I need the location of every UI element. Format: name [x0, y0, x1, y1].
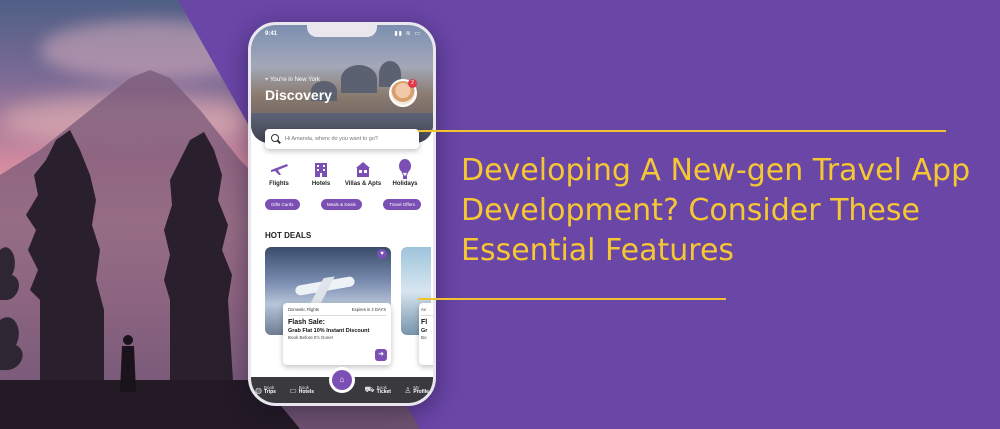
- signal-wifi-battery-icon: ▮▮ ≋ ▭: [394, 31, 421, 37]
- home-fab[interactable]: ⌂: [329, 367, 355, 393]
- tab-book-hotels[interactable]: ▭ Book Hotels: [289, 385, 314, 395]
- chip-travel-offers[interactable]: Travel Offers: [383, 199, 421, 210]
- tab-line2: Ticket: [376, 389, 391, 395]
- category-label: Villas & Apts: [344, 181, 382, 187]
- headline: Developing A New-gen Travel App Developm…: [461, 151, 981, 271]
- divider-bottom: [418, 298, 726, 300]
- phone-notch: [307, 25, 377, 37]
- deal-headline: Fl: [421, 319, 428, 326]
- location-text: ⌖ You're in New York: [265, 77, 320, 84]
- chip-gift-cards[interactable]: Gifts Cards: [265, 199, 300, 210]
- search-icon: [271, 134, 281, 144]
- search-input[interactable]: [285, 136, 415, 142]
- tab-line2: Profile: [413, 389, 429, 395]
- headline-line-1: Developing A New-gen Travel App: [461, 153, 971, 188]
- tab-line2: Hotels: [298, 389, 315, 395]
- deal-note: Bo: [421, 335, 427, 340]
- deal-note: Book Before It's Gone!: [288, 335, 334, 340]
- notification-badge: 2: [408, 79, 417, 88]
- villa-icon: [343, 159, 383, 179]
- search-bar[interactable]: [265, 129, 419, 149]
- plane-icon: [259, 159, 299, 179]
- globe-icon: ◍: [255, 385, 262, 395]
- avatar[interactable]: 2: [389, 79, 417, 107]
- arrow-right-icon[interactable]: ➜: [375, 349, 387, 361]
- headline-line-3: Essential Features: [461, 233, 735, 268]
- tab-book-trips[interactable]: ◍ Book Trips: [255, 385, 276, 395]
- deal-offer: Grab Flat 10% Instant Discount: [288, 328, 370, 334]
- deal-type: Domestic Flights: [288, 307, 319, 312]
- bed-icon: ▭: [289, 385, 297, 395]
- hotel-icon: [301, 159, 341, 179]
- category-row: Flights Hotels Villas & Apts Holidays: [259, 159, 425, 187]
- section-title: HOT DEALS: [265, 231, 312, 240]
- user-icon: ♙: [404, 385, 412, 395]
- category-flights[interactable]: Flights: [259, 159, 299, 187]
- chip-meals-deals[interactable]: Meals & Deals: [320, 199, 362, 210]
- category-hotels[interactable]: Hotels: [301, 159, 341, 187]
- deal-expiry: Expires in 2 DAYS: [351, 307, 386, 312]
- offer-chips: Gifts Cards Meals & Deals Travel Offers: [265, 199, 421, 210]
- tab-my-profile[interactable]: ♙ My Profile: [404, 385, 429, 395]
- phone-mockup: 9:41 ▮▮ ≋ ▭ ⌖ You're in New York Discove…: [248, 22, 436, 406]
- category-label: Hotels: [311, 181, 331, 187]
- heart-icon[interactable]: ♥: [377, 249, 387, 259]
- status-time: 9:41: [265, 31, 278, 37]
- tab-line2: Trips: [263, 389, 276, 395]
- home-icon: ⌂: [332, 370, 352, 390]
- deal-type: Av: [421, 307, 426, 312]
- ticket-icon: ⛟: [364, 385, 375, 394]
- deal-card[interactable]: Domestic Flights Expires in 2 DAYS Flash…: [283, 303, 391, 365]
- deal-headline: Flash Sale:: [288, 319, 325, 326]
- deal-offer: Gr: [421, 328, 428, 334]
- category-label: Flights: [269, 181, 289, 187]
- screen-title: Discovery: [265, 87, 332, 103]
- balloon-icon: [385, 159, 425, 179]
- category-label: Holidays: [392, 181, 418, 187]
- category-holidays[interactable]: Holidays: [385, 159, 425, 187]
- category-villas[interactable]: Villas & Apts: [343, 159, 383, 187]
- divider-top: [418, 130, 946, 132]
- pin-icon: ⌖: [265, 77, 269, 83]
- dome: [341, 65, 377, 93]
- tab-book-ticket[interactable]: ⛟ Book Ticket: [365, 385, 391, 395]
- headline-line-2: Development? Consider These: [461, 193, 920, 228]
- deal-card-2[interactable]: Av Fl Gr Bo: [419, 303, 433, 365]
- location-label: You're in New York: [269, 77, 320, 83]
